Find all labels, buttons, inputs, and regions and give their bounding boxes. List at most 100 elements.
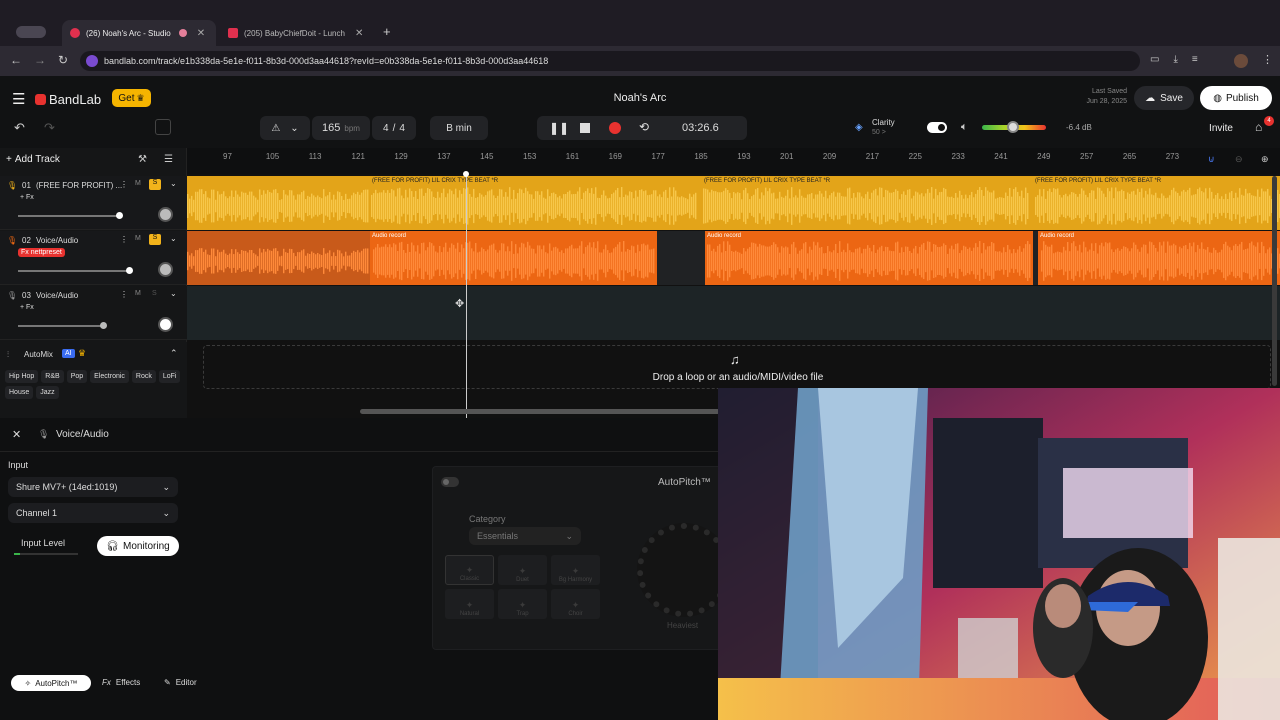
- tab-editor[interactable]: ✎ Editor: [164, 678, 197, 687]
- profile-avatar[interactable]: [1234, 54, 1248, 68]
- stop-icon[interactable]: [580, 123, 590, 133]
- tab-autopitch[interactable]: ✧ AutoPitch™: [11, 675, 91, 691]
- drop-zone[interactable]: ♫ Drop a loop or an audio/MIDI/video fil…: [203, 345, 1271, 389]
- fx-preset-badge[interactable]: Fx nettpreset: [18, 248, 65, 257]
- clarity-control[interactable]: ◈ Clarity 50 >: [850, 116, 950, 142]
- track-header-1[interactable]: 🎙︎ 01 (FREE FOR PROFIT) ... ⋮ M S ⌄ + Fx: [0, 176, 187, 230]
- fx-button[interactable]: + Fx: [20, 304, 34, 311]
- magic-wand-icon[interactable]: ⚒: [138, 154, 147, 165]
- zoom-out-icon[interactable]: ⊖: [1235, 154, 1243, 165]
- mute-button[interactable]: M: [135, 180, 141, 187]
- site-info-icon[interactable]: [86, 55, 98, 67]
- genre-chip[interactable]: House: [5, 386, 34, 399]
- tab-studio[interactable]: (26) Noah's Arc - Studio ✕: [62, 20, 216, 46]
- horizontal-scrollbar[interactable]: [360, 409, 720, 414]
- volume-knob[interactable]: [1007, 121, 1019, 133]
- effect-preset[interactable]: ✦ Classic: [445, 555, 494, 585]
- mute-button[interactable]: M: [135, 235, 141, 242]
- genre-chip[interactable]: Rock: [131, 370, 156, 383]
- address-bar[interactable]: bandlab.com/track/e1b338da-5e1e-f011-8b3…: [80, 51, 1140, 71]
- solo-button[interactable]: S: [152, 290, 157, 297]
- genre-chip[interactable]: R&B: [41, 370, 64, 383]
- metronome-control[interactable]: ⚠ ⌄: [260, 116, 310, 140]
- new-tab-icon[interactable]: +: [383, 24, 391, 39]
- track-lane-1[interactable]: (FREE FOR PROFIT) LIL CRIX TYPE BEAT *R …: [187, 176, 1280, 230]
- timeline-ruler[interactable]: 97 105 113 121 129 137 145 153 161 169 177 185 193 20…: [187, 148, 1280, 174]
- autopitch-knob[interactable]: [637, 523, 731, 617]
- track-header-2[interactable]: 🎙︎ 02 Voice/Audio ⋮ M S ⌄ Fx nettpreset: [0, 231, 187, 285]
- key-field[interactable]: B min: [430, 116, 488, 140]
- track-lane-2[interactable]: Audio record Audio record Audio record: [187, 231, 1280, 285]
- fx-button[interactable]: + Fx: [20, 194, 34, 201]
- category-select[interactable]: Essentials ⌄: [469, 527, 581, 545]
- record-icon[interactable]: [609, 122, 621, 134]
- add-track-button[interactable]: + Add Track: [6, 154, 60, 165]
- effect-preset[interactable]: ✦ Duet: [498, 555, 547, 585]
- effect-preset[interactable]: ✦ Trap: [498, 589, 547, 619]
- invite-button[interactable]: Invite: [1200, 116, 1242, 140]
- collapse-icon[interactable]: ⌄: [170, 234, 177, 243]
- monitoring-button[interactable]: 🎧︎ Monitoring: [97, 536, 179, 556]
- track-name[interactable]: (FREE FOR PROFIT) ...: [36, 181, 122, 190]
- effect-preset[interactable]: ✦ Natural: [445, 589, 494, 619]
- close-panel-icon[interactable]: ✕: [12, 428, 21, 441]
- effect-preset[interactable]: ✦ Bg Harmony: [551, 555, 600, 585]
- volume-slider[interactable]: [18, 322, 107, 329]
- publish-button[interactable]: ◍ Publish: [1200, 86, 1272, 110]
- gift-icon[interactable]: ⌂: [1255, 120, 1262, 134]
- tab-youtube[interactable]: (205) BabyChiefDoit - Lunch ✕: [220, 20, 376, 46]
- close-tab-icon[interactable]: ✕: [197, 28, 205, 39]
- vertical-scrollbar[interactable]: [1272, 176, 1277, 386]
- tab-group-chip[interactable]: [16, 26, 46, 38]
- track-menu-icon[interactable]: ⋮: [120, 290, 128, 299]
- mute-button[interactable]: M: [135, 290, 141, 297]
- solo-button[interactable]: S: [149, 179, 161, 190]
- pause-icon[interactable]: ❚❚: [549, 121, 569, 135]
- genre-chip[interactable]: Pop: [66, 370, 88, 383]
- solo-button[interactable]: S: [149, 234, 161, 245]
- view-toggle-icon[interactable]: [155, 119, 171, 135]
- bandlab-logo[interactable]: BandLab: [35, 92, 101, 107]
- tab-effects[interactable]: Fx Effects: [102, 678, 140, 687]
- track-menu-icon[interactable]: ⋮: [120, 235, 128, 244]
- genre-chip[interactable]: LoFi: [158, 370, 181, 383]
- autopitch-toggle[interactable]: [441, 477, 459, 487]
- pan-knob[interactable]: [158, 262, 173, 277]
- pan-knob[interactable]: [158, 317, 173, 332]
- close-tab-icon[interactable]: ✕: [355, 28, 363, 39]
- back-icon[interactable]: ←: [10, 53, 22, 67]
- zoom-in-icon[interactable]: ⊕: [1261, 154, 1269, 165]
- track-lane-3[interactable]: [187, 286, 1280, 340]
- collapse-icon[interactable]: ⌄: [170, 289, 177, 298]
- track-header-3[interactable]: 🎙︎ 03 Voice/Audio ⋮ M S ⌄ + Fx: [0, 286, 187, 340]
- tempo-field[interactable]: 165 bpm: [312, 116, 370, 140]
- playhead-handle[interactable]: [463, 171, 469, 177]
- loop-icon[interactable]: ⟲: [639, 120, 649, 134]
- save-button[interactable]: ☁ Save: [1134, 86, 1194, 110]
- genre-chip[interactable]: Hip Hop: [5, 370, 39, 383]
- track-menu-icon[interactable]: ⋮: [120, 180, 128, 189]
- input-device-select[interactable]: Shure MV7+ (14ed:1019) ⌄: [8, 477, 178, 497]
- browser-menu-icon[interactable]: ⋮: [1262, 53, 1273, 66]
- snap-icon[interactable]: ⊍: [1208, 154, 1215, 165]
- genre-chip[interactable]: Jazz: [36, 386, 59, 399]
- menu-icon[interactable]: ☰: [12, 90, 25, 108]
- playhead[interactable]: [466, 172, 467, 418]
- reload-icon[interactable]: ↻: [58, 53, 68, 67]
- genre-chip[interactable]: Electronic: [90, 370, 129, 383]
- pan-knob[interactable]: [158, 207, 173, 222]
- speaker-icon[interactable]: 🔈︎: [961, 121, 968, 134]
- channel-select[interactable]: Channel 1 ⌄: [8, 503, 178, 523]
- undo-icon[interactable]: ↶: [14, 120, 25, 136]
- get-button[interactable]: Get ♛: [112, 89, 151, 107]
- track-settings-icon[interactable]: ☰: [164, 154, 173, 165]
- time-signature-field[interactable]: 4 / 4: [372, 116, 416, 140]
- clarity-toggle[interactable]: [927, 122, 947, 133]
- extension-icons[interactable]: ▭⤓≡: [1150, 54, 1212, 65]
- forward-icon[interactable]: →: [34, 53, 46, 67]
- project-title[interactable]: Noah's Arc: [560, 92, 720, 104]
- collapse-icon[interactable]: ⌄: [170, 179, 177, 188]
- redo-icon[interactable]: ↷: [44, 120, 55, 136]
- volume-slider[interactable]: [18, 212, 123, 219]
- effect-preset[interactable]: ✦ Choir: [551, 589, 600, 619]
